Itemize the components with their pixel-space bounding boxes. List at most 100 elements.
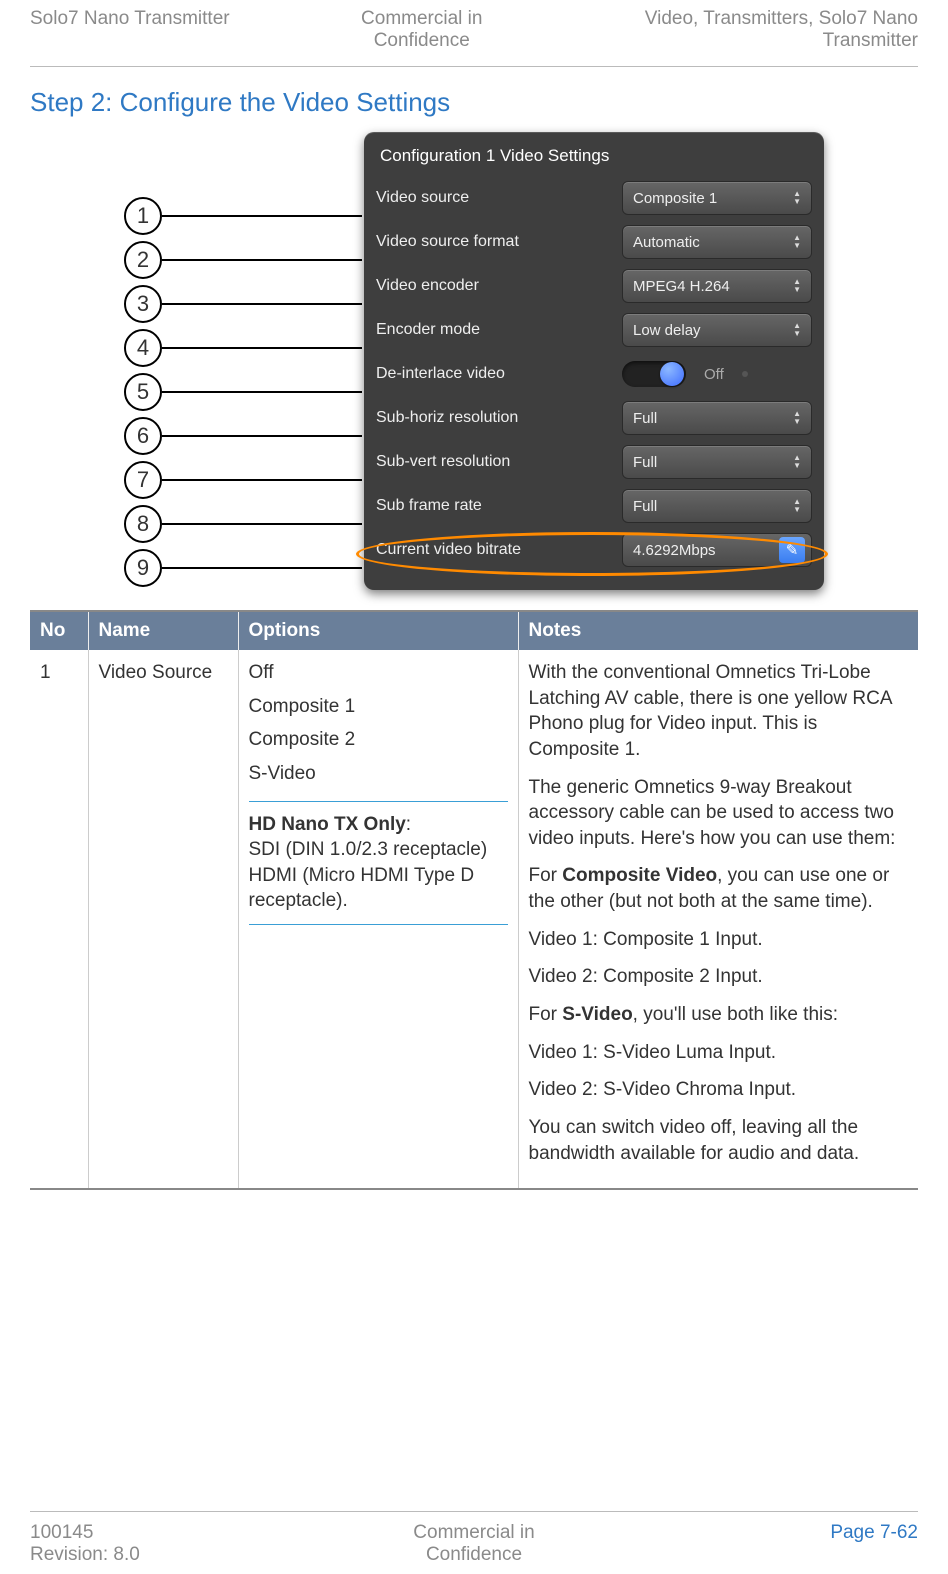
callout: 8 [124, 502, 362, 546]
setting-row: Video encoderMPEG4 H.264▲▼ [376, 264, 812, 308]
select-value: Automatic [633, 234, 700, 251]
updown-icon: ▲▼ [793, 323, 801, 337]
updown-icon: ▲▼ [793, 499, 801, 513]
cell-notes: With the conventional Omnetics Tri-Lobe … [518, 650, 918, 1189]
updown-icon: ▲▼ [793, 235, 801, 249]
callout-line [162, 303, 362, 305]
callout-line [162, 347, 362, 349]
toggle-knob[interactable] [660, 362, 684, 386]
setting-select[interactable]: Low delay ▲▼ [622, 313, 812, 347]
setting-label: Video source format [376, 233, 622, 251]
note-paragraph: For S-Video, you'll use both like this: [529, 1002, 909, 1028]
setting-label: Current video bitrate [376, 541, 622, 559]
settings-figure: 123 456 7 8 9 Configuration 1 Video Settings… [124, 132, 824, 590]
note-paragraph: You can switch video off, leaving all th… [529, 1115, 909, 1166]
setting-label: Sub-vert resolution [376, 453, 622, 471]
toggle-state: Off [704, 366, 724, 383]
setting-select[interactable]: Full ▲▼ [622, 445, 812, 479]
updown-icon: ▲▼ [793, 455, 801, 469]
callout-line [162, 523, 362, 525]
step-title: Step 2: Configure the Video Settings [30, 87, 918, 118]
note-paragraph: For Composite Video, you can use one or … [529, 863, 909, 914]
callout: 7 [124, 458, 362, 502]
callout: 5 [124, 370, 362, 414]
setting-label: De-interlace video [376, 365, 622, 383]
callout-circle: 7 [124, 461, 162, 499]
callout-line [162, 259, 362, 261]
setting-row: Encoder mode Low delay ▲▼ [376, 308, 812, 352]
edit-icon[interactable]: ✎ [779, 537, 805, 563]
bitrate-field[interactable]: 4.6292Mbps✎ [622, 533, 812, 567]
setting-label: Sub-horiz resolution [376, 409, 622, 427]
setting-row: De-interlace video Off [376, 352, 812, 396]
callout-line [162, 479, 362, 481]
toggle-dot [742, 371, 748, 377]
th-no: No [30, 611, 88, 650]
callout-column: 123 456 7 8 9 [124, 194, 362, 590]
hd-title: HD Nano TX Only [249, 814, 406, 835]
setting-select[interactable]: MPEG4 H.264 ▲▼ [622, 269, 812, 303]
setting-select[interactable]: Automatic ▲▼ [622, 225, 812, 259]
callout: 9 [124, 546, 362, 590]
select-value: MPEG4 H.264 [633, 278, 730, 295]
setting-select[interactable]: Full ▲▼ [622, 489, 812, 523]
updown-icon: ▲▼ [793, 279, 801, 293]
footer-page: Page 7-62 [622, 1522, 918, 1566]
setting-select[interactable]: Full▲▼ [622, 401, 812, 435]
setting-label: Sub frame rate [376, 497, 622, 515]
option-item: Off [249, 660, 508, 686]
panel-title: Configuration 1 Video Settings [376, 140, 812, 176]
select-value: Full [633, 454, 657, 471]
callout-line [162, 391, 362, 393]
option-item: Composite 1 [249, 694, 508, 720]
setting-row: Sub-vert resolution Full ▲▼ [376, 440, 812, 484]
page-footer: 100145 Revision: 8.0 Commercial in Confi… [30, 1511, 918, 1566]
cell-no: 1 [30, 650, 88, 1189]
callout-circle: 9 [124, 549, 162, 587]
callout-line [162, 215, 362, 217]
header-right-1: Video, Transmitters, Solo7 Nano [645, 8, 918, 29]
option-item: Composite 2 [249, 727, 508, 753]
th-name: Name [88, 611, 238, 650]
cell-name: Video Source [88, 650, 238, 1189]
header-right: Video, Transmitters, Solo7 Nano Transmit… [552, 8, 918, 52]
settings-panel: Configuration 1 Video Settings Video sou… [364, 132, 824, 590]
page-header: Solo7 Nano Transmitter Commercial in Con… [30, 8, 918, 67]
callout-circle: 1 [124, 197, 162, 235]
header-center: Commercial in Confidence [291, 8, 552, 52]
deinterlace-toggle[interactable]: Off [622, 361, 812, 387]
setting-row: Sub frame rate Full ▲▼ [376, 484, 812, 528]
select-value: Full [633, 410, 657, 427]
note-paragraph: The generic Omnetics 9-way Breakout acce… [529, 775, 909, 852]
toggle-track[interactable] [622, 361, 686, 387]
callout: 1 [124, 194, 362, 238]
header-left: Solo7 Nano Transmitter [30, 8, 291, 52]
options-table: No Name Options Notes 1 Video Source Off… [30, 610, 918, 1190]
callout-circle: 8 [124, 505, 162, 543]
callout-circle: 6 [124, 417, 162, 455]
callout: 2 [124, 238, 362, 282]
header-center-2: Confidence [374, 30, 470, 51]
setting-row: Video sourceComposite 1▲▼ [376, 176, 812, 220]
callout-circle: 3 [124, 285, 162, 323]
select-value: Composite 1 [633, 190, 717, 207]
footer-left: 100145 Revision: 8.0 [30, 1522, 326, 1566]
setting-select[interactable]: Composite 1 ▲▼ [622, 181, 812, 215]
setting-row: Current video bitrate4.6292Mbps✎ [376, 528, 812, 572]
setting-label: Encoder mode [376, 321, 622, 339]
setting-row: Sub-horiz resolutionFull▲▼ [376, 396, 812, 440]
note-paragraph: Video 1: S-Video Luma Input. [529, 1040, 909, 1066]
note-paragraph: Video 2: S-Video Chroma Input. [529, 1077, 909, 1103]
option-item: S-Video [249, 761, 508, 787]
select-value: Low delay [633, 322, 701, 339]
select-value: Full [633, 498, 657, 515]
updown-icon: ▲▼ [793, 191, 801, 205]
note-paragraph: With the conventional Omnetics Tri-Lobe … [529, 660, 909, 763]
header-right-2: Transmitter [823, 30, 918, 51]
cell-options: Off Composite 1 Composite 2 S-Video HD Nano… [238, 650, 518, 1189]
footer-center: Commercial in Confidence [326, 1522, 622, 1566]
callout: 6 [124, 414, 362, 458]
footer-docnum: 100145 [30, 1522, 93, 1543]
callout: 4 [124, 326, 362, 370]
callout-circle: 4 [124, 329, 162, 367]
